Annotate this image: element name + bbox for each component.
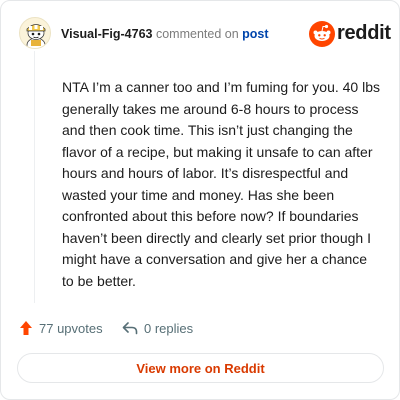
- post-link[interactable]: post: [242, 27, 268, 41]
- upvote-arrow-icon: [20, 321, 32, 335]
- upvote-button[interactable]: 77 upvotes: [19, 319, 103, 337]
- username-link[interactable]: Visual-Fig-4763: [61, 27, 152, 41]
- reddit-brand[interactable]: reddit: [309, 21, 391, 47]
- reply-button[interactable]: 0 replies: [122, 319, 193, 337]
- reddit-logo-icon: [309, 21, 335, 47]
- reddit-comment-card: Visual-Fig-4763 commented on post reddit…: [0, 0, 400, 400]
- reply-count: 0 replies: [144, 320, 194, 336]
- upvote-count: 77 upvotes: [39, 320, 103, 336]
- comment-meta: Visual-Fig-4763 commented on post: [61, 27, 269, 41]
- brand-wordmark: reddit: [337, 22, 391, 44]
- comment-header: Visual-Fig-4763 commented on post reddit: [19, 17, 391, 53]
- comment-actions: 77 upvotes 0 replies: [19, 319, 319, 337]
- thread-line: [34, 51, 35, 303]
- reply-arrow-icon: [122, 322, 138, 335]
- view-more-button[interactable]: View more on Reddit: [17, 353, 384, 383]
- comment-body: NTA I’m a canner too and I’m fuming for …: [62, 79, 381, 289]
- action-text: commented on: [155, 27, 239, 41]
- snoo-avatar-icon[interactable]: [19, 17, 51, 49]
